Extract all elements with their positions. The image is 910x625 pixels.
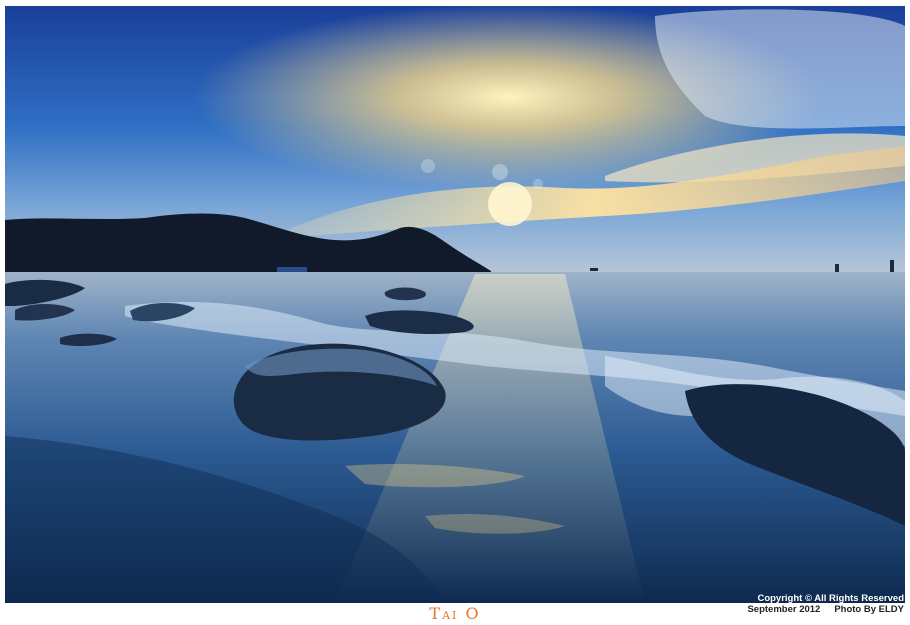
seascape-image (5, 6, 905, 603)
sun (488, 182, 532, 226)
photo (5, 6, 905, 603)
photo-title: Tai O (429, 604, 481, 623)
